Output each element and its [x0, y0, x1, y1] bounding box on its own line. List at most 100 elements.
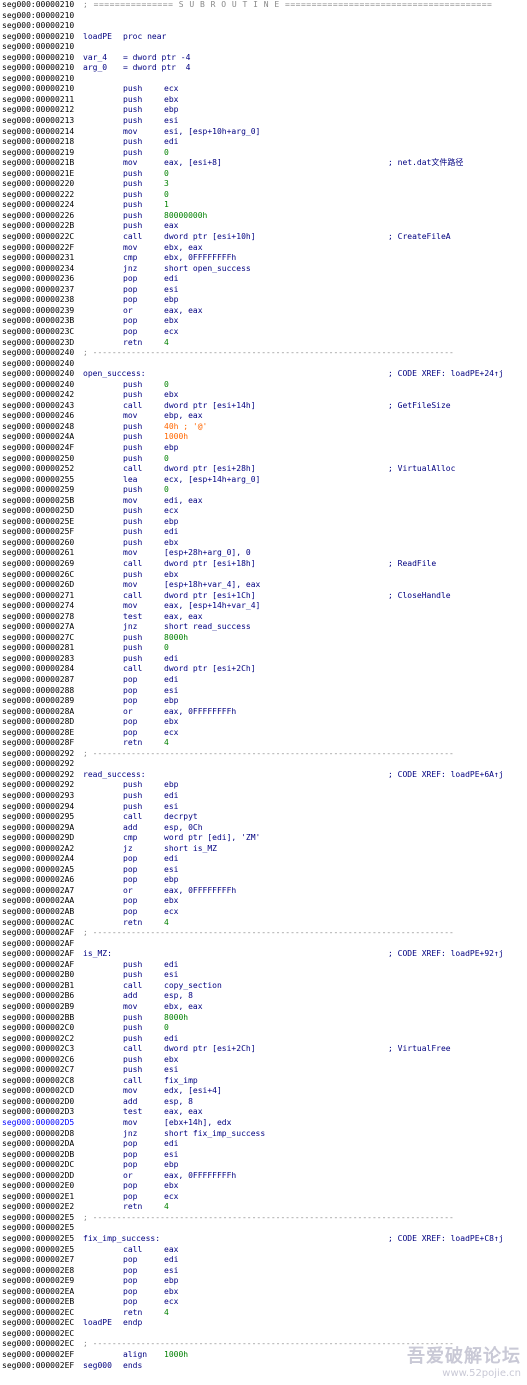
listing-line[interactable]: seg000:00000292 read_success: ; CODE XREF:…	[0, 770, 527, 781]
instruction-operands[interactable]: 1	[164, 200, 169, 211]
listing-line[interactable]: seg000:0000029D cmp word ptr [edi], 'ZM'	[0, 833, 527, 844]
code-label[interactable]: seg000	[83, 1361, 112, 1372]
instruction-operands[interactable]: ebp	[164, 105, 178, 116]
listing-line[interactable]: seg000:00000242 push ebx	[0, 390, 527, 401]
listing-line[interactable]: seg000:00000281 push 0	[0, 643, 527, 654]
instruction-operands[interactable]: dword ptr [esi+18h]	[164, 559, 256, 570]
listing-line[interactable]: seg000:000002DD or eax, 0FFFFFFFFh	[0, 1171, 527, 1182]
code-label[interactable]: loadPE	[83, 32, 112, 43]
listing-line[interactable]: seg000:00000218 push edi	[0, 137, 527, 148]
listing-line[interactable]: seg000:000002C8 call fix_imp	[0, 1076, 527, 1087]
instruction-operands[interactable]: esp, 0Ch	[164, 823, 203, 834]
listing-line[interactable]: seg000:00000243 call dword ptr [esi+14h] ; …	[0, 401, 527, 412]
instruction-operands[interactable]: ebp	[164, 696, 178, 707]
instruction-operands[interactable]: 1000h	[164, 432, 188, 443]
instruction-operands[interactable]: ebp	[164, 517, 178, 528]
listing-line[interactable]: seg000:000002B6 add esp, 8	[0, 991, 527, 1002]
instruction-operands[interactable]: ecx	[164, 506, 178, 517]
listing-line[interactable]: seg000:0000029A add esp, 0Ch	[0, 823, 527, 834]
listing-line[interactable]: seg000:00000210 ; =============== S U B R…	[0, 0, 527, 11]
instruction-operands[interactable]: 0	[164, 1023, 169, 1034]
instruction-operands[interactable]: esi	[164, 686, 178, 697]
listing-line[interactable]: seg000:0000024F push ebp	[0, 443, 527, 454]
listing-line[interactable]: seg000:00000292	[0, 759, 527, 770]
instruction-operands[interactable]: ebx, eax	[164, 243, 203, 254]
instruction-operands[interactable]: copy_section	[164, 981, 222, 992]
listing-line[interactable]: seg000:00000210 loadPE proc near	[0, 32, 527, 43]
listing-line[interactable]: seg000:0000028D pop ebx	[0, 717, 527, 728]
code-label[interactable]: is_MZ:	[83, 949, 112, 960]
instruction-operands[interactable]: short read_success	[164, 622, 251, 633]
instruction-operands[interactable]: 4	[164, 1202, 169, 1213]
instruction-operands[interactable]: edi	[164, 137, 178, 148]
instruction-operands[interactable]: esp, 8	[164, 991, 193, 1002]
instruction-operands[interactable]: 4	[164, 338, 169, 349]
listing-line[interactable]: seg000:0000027A jnz short read_success	[0, 622, 527, 633]
instruction-operands[interactable]: ebp	[164, 780, 178, 791]
instruction-operands[interactable]: ebx	[164, 1055, 178, 1066]
instruction-operands[interactable]: dword ptr [esi+2Ch]	[164, 664, 256, 675]
listing-line[interactable]: seg000:000002EC retn 4	[0, 1308, 527, 1319]
listing-line[interactable]: seg000:00000239 or eax, eax	[0, 306, 527, 317]
instruction-operands[interactable]: 0	[164, 148, 169, 159]
listing-line[interactable]: seg000:000002E7 pop edi	[0, 1255, 527, 1266]
listing-line[interactable]: seg000:000002A7 or eax, 0FFFFFFFFh	[0, 886, 527, 897]
instruction-operands[interactable]: eax, 0FFFFFFFFh	[164, 707, 236, 718]
instruction-operands[interactable]: 0	[164, 454, 169, 465]
instruction-operands[interactable]: ebp	[164, 1276, 178, 1287]
listing-line[interactable]: seg000:000002AA pop ebx	[0, 896, 527, 907]
listing-line[interactable]: seg000:00000240 ; -----------------------…	[0, 348, 527, 359]
listing-line[interactable]: seg000:000002AF push edi	[0, 960, 527, 971]
listing-line[interactable]: seg000:0000022B push eax	[0, 221, 527, 232]
instruction-operands[interactable]: edi	[164, 274, 178, 285]
listing-line[interactable]: seg000:0000027C push 8000h	[0, 633, 527, 644]
instruction-operands[interactable]: ecx	[164, 84, 178, 95]
listing-line[interactable]: seg000:000002C0 push 0	[0, 1023, 527, 1034]
listing-line[interactable]: seg000:0000025F push edi	[0, 527, 527, 538]
listing-line[interactable]: seg000:00000210 push ecx	[0, 84, 527, 95]
instruction-operands[interactable]: ebp	[164, 443, 178, 454]
instruction-operands[interactable]: dword ptr [esi+14h]	[164, 401, 256, 412]
instruction-operands[interactable]: ebx	[164, 896, 178, 907]
instruction-operands[interactable]: esi	[164, 865, 178, 876]
instruction-operands[interactable]: 4	[164, 738, 169, 749]
listing-line[interactable]: seg000:000002EC	[0, 1329, 527, 1340]
instruction-operands[interactable]: ebx	[164, 1287, 178, 1298]
listing-line[interactable]: seg000:000002E8 pop esi	[0, 1266, 527, 1277]
listing-line[interactable]: seg000:000002A4 pop edi	[0, 854, 527, 865]
listing-line[interactable]: seg000:000002C7 push esi	[0, 1065, 527, 1076]
instruction-operands[interactable]: esi, [esp+10h+arg_0]	[164, 127, 260, 138]
code-label[interactable]: var_4	[83, 53, 107, 64]
listing-line[interactable]: seg000:000002D3 test eax, eax	[0, 1107, 527, 1118]
listing-line[interactable]: seg000:00000222 push 0	[0, 190, 527, 201]
instruction-operands[interactable]: eax	[164, 1245, 178, 1256]
instruction-operands[interactable]: edi	[164, 854, 178, 865]
instruction-operands[interactable]: ecx	[164, 327, 178, 338]
listing-line[interactable]: seg000:00000293 push edi	[0, 791, 527, 802]
listing-line[interactable]: seg000:0000026C push ebx	[0, 570, 527, 581]
instruction-operands[interactable]: 3	[164, 179, 169, 190]
listing-line[interactable]: seg000:000002C6 push ebx	[0, 1055, 527, 1066]
instruction-operands[interactable]: 8000h	[164, 633, 188, 644]
listing-line[interactable]: seg000:000002AF	[0, 939, 527, 950]
instruction-operands[interactable]: ebx	[164, 570, 178, 581]
listing-line[interactable]: seg000:0000022C call dword ptr [esi+10h] ; …	[0, 232, 527, 243]
listing-line[interactable]: seg000:000002EC loadPE endp	[0, 1318, 527, 1329]
instruction-operands[interactable]: 0	[164, 485, 169, 496]
listing-line[interactable]: seg000:0000021E push 0	[0, 169, 527, 180]
instruction-operands[interactable]: ebp	[164, 295, 178, 306]
listing-line[interactable]: seg000:00000224 push 1	[0, 200, 527, 211]
listing-line[interactable]: seg000:00000240 push 0	[0, 380, 527, 391]
listing-line[interactable]: seg000:0000023B pop ebx	[0, 316, 527, 327]
listing-line[interactable]: seg000:0000025D push ecx	[0, 506, 527, 517]
instruction-operands[interactable]: edi	[164, 675, 178, 686]
listing-line[interactable]: seg000:00000261 mov [esp+28h+arg_0], 0	[0, 548, 527, 559]
listing-line[interactable]: seg000:000002B1 call copy_section	[0, 981, 527, 992]
listing-line[interactable]: seg000:00000226 push 80000000h	[0, 211, 527, 222]
listing-line[interactable]: seg000:000002D0 add esp, 8	[0, 1097, 527, 1108]
instruction-operands[interactable]: esi	[164, 285, 178, 296]
instruction-operands[interactable]: edi	[164, 1139, 178, 1150]
listing-line[interactable]: seg000:00000213 push esi	[0, 116, 527, 127]
instruction-operands[interactable]: eax, 0FFFFFFFFh	[164, 886, 236, 897]
listing-line[interactable]: seg000:00000255 lea ecx, [esp+14h+arg_0]	[0, 475, 527, 486]
